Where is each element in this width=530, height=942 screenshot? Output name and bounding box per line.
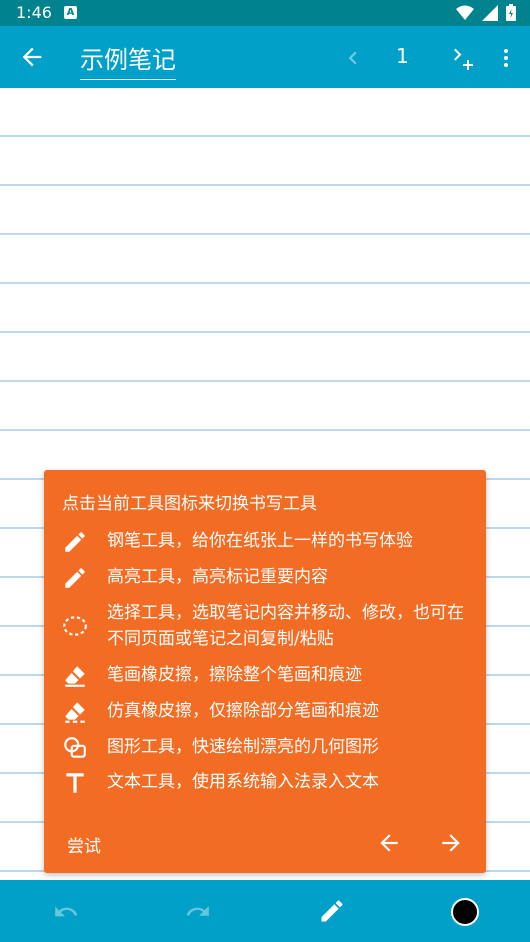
wifi-icon	[456, 5, 474, 20]
tip-previous-arrow-icon[interactable]	[376, 830, 402, 856]
undo-icon[interactable]	[52, 899, 80, 925]
pen-tool-icon[interactable]	[318, 897, 346, 925]
tool-tips-popup: 点击当前工具图标来切换书写工具 钢笔工具，给你在纸张上一样的书写体验 高亮工具，…	[44, 470, 486, 873]
try-button[interactable]: 尝试	[67, 832, 101, 857]
tip-text: 钢笔工具，给你在纸张上一样的书写体验	[107, 531, 413, 551]
highlighter-icon	[65, 568, 85, 588]
pen-icon	[65, 532, 85, 552]
pen-color-swatch[interactable]	[451, 898, 479, 926]
status-time: 1:46	[16, 3, 52, 22]
tip-text: 笔画橡皮擦，擦除整个笔画和痕迹	[107, 665, 362, 685]
back-arrow-icon[interactable]	[18, 43, 46, 71]
status-bar: 1:46 A	[0, 0, 530, 26]
app-bar: 示例笔记 1	[0, 26, 530, 88]
tip-text: 仿真橡皮擦，仅擦除部分笔画和痕迹	[107, 701, 379, 721]
eraser-partial-icon	[65, 702, 85, 723]
tip-text: 图形工具，快速绘制漂亮的几何图形	[107, 737, 379, 757]
note-title[interactable]: 示例笔记	[80, 40, 176, 80]
signal-icon	[482, 4, 498, 21]
tip-text: 选择工具，选取笔记内容并移动、修改，也可在不同页面或笔记之间复制/粘贴	[107, 603, 464, 649]
status-icons	[456, 4, 516, 21]
shape-icon	[64, 737, 86, 758]
tip-text: 高亮工具，高亮标记重要内容	[107, 567, 328, 587]
text-icon	[66, 773, 84, 793]
battery-icon	[506, 4, 516, 21]
notification-icon: A	[64, 6, 77, 19]
next-page-add-icon[interactable]	[450, 45, 476, 71]
more-options-icon[interactable]	[494, 45, 518, 71]
bottom-toolbar	[0, 880, 530, 942]
page-number: 1	[396, 44, 409, 68]
tip-text: 文本工具，使用系统输入法录入文本	[107, 772, 379, 792]
redo-icon[interactable]	[184, 899, 212, 925]
previous-page-icon[interactable]	[340, 45, 366, 71]
tip-next-arrow-icon[interactable]	[438, 830, 464, 856]
eraser-icon	[65, 666, 85, 687]
popup-title: 点击当前工具图标来切换书写工具	[62, 494, 317, 514]
lasso-icon	[63, 616, 87, 636]
